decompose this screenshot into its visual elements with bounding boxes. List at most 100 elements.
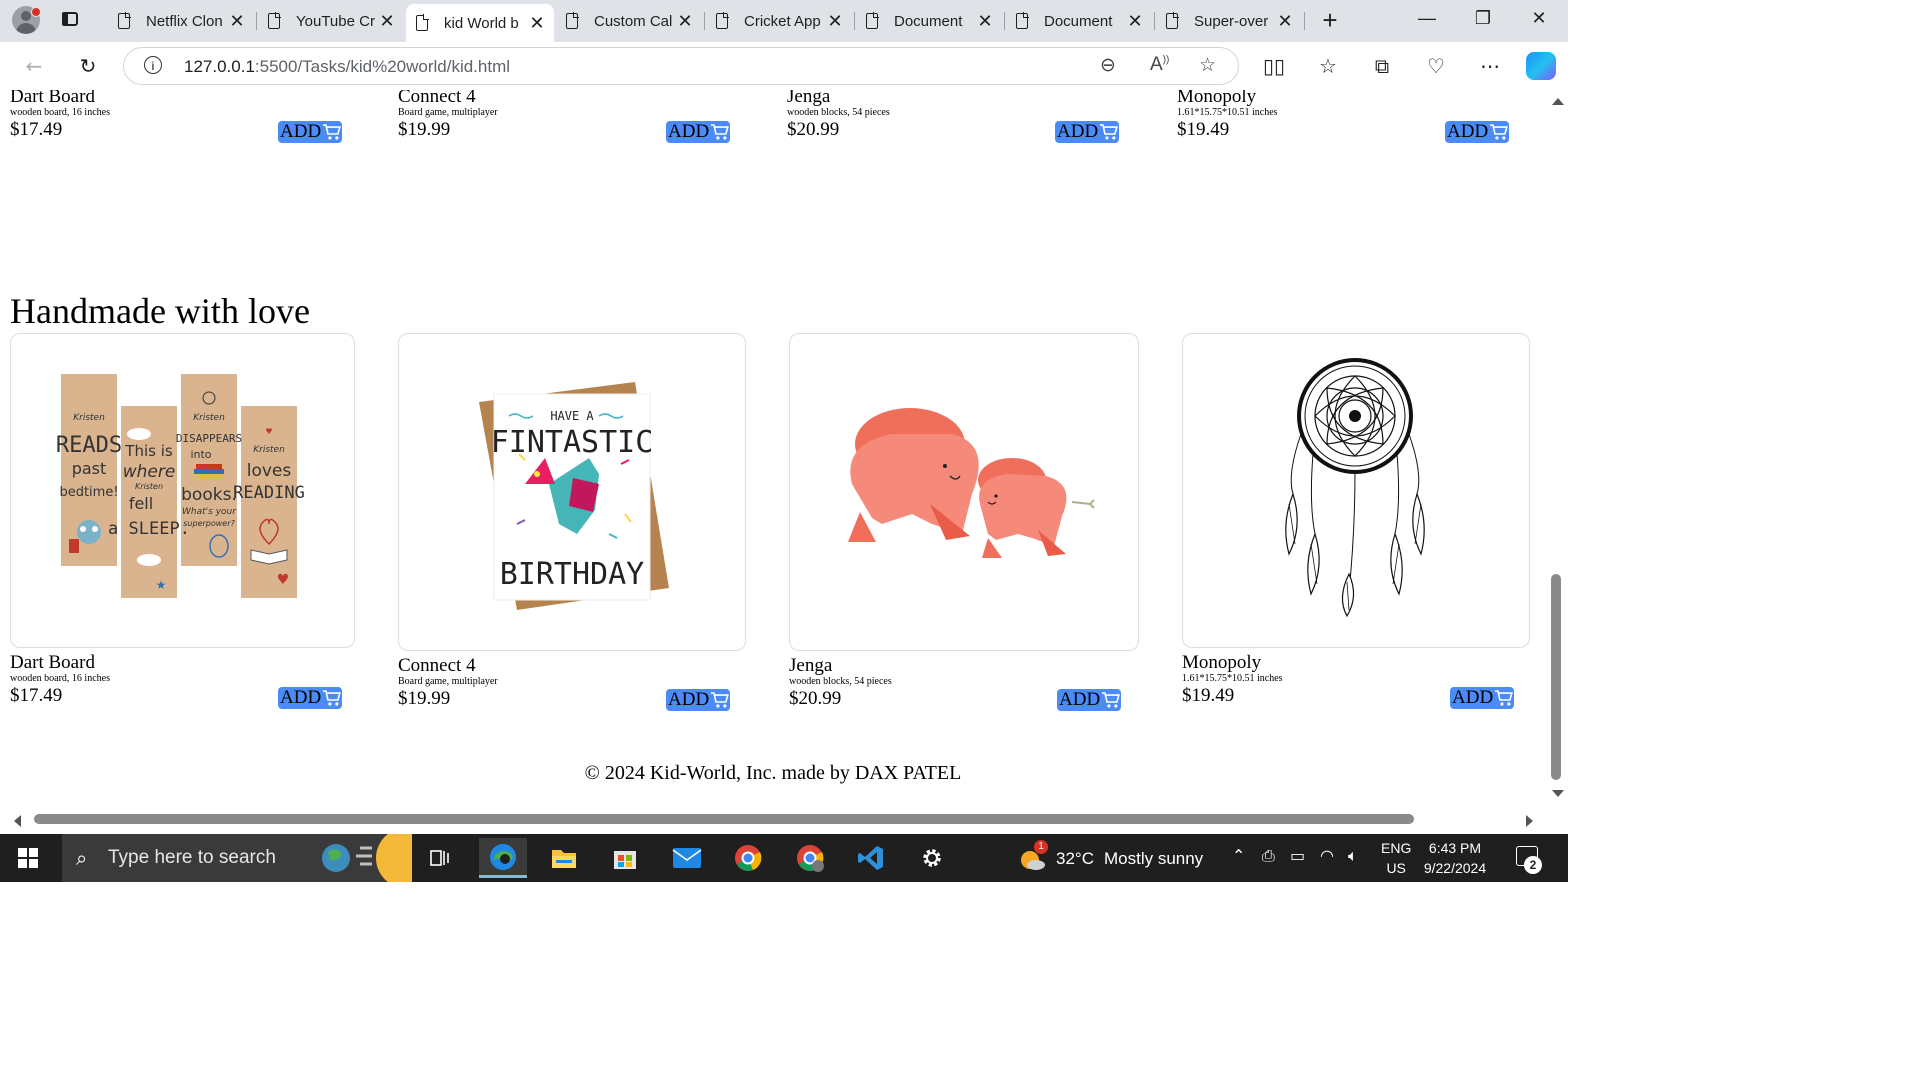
settings-gear-icon[interactable] xyxy=(908,838,956,878)
svg-text:HAVE A: HAVE A xyxy=(550,409,594,423)
svg-text:where: where xyxy=(123,462,176,482)
tab-document-1[interactable]: Document ✕ xyxy=(856,4,1002,38)
product-card-image[interactable] xyxy=(789,333,1139,651)
vscode-icon[interactable] xyxy=(847,838,895,878)
meet-now-icon[interactable]: ⎙ xyxy=(1262,846,1275,866)
svg-text:★: ★ xyxy=(156,578,167,592)
minimize-button[interactable]: — xyxy=(1412,8,1442,32)
svg-text:READING: READING xyxy=(233,483,305,503)
svg-text:Kristen: Kristen xyxy=(253,445,285,455)
favorites-icon[interactable]: ☆ xyxy=(1314,52,1342,80)
tab-super-over[interactable]: Super-over ✕ xyxy=(1156,4,1302,38)
svg-text:past: past xyxy=(72,459,107,478)
tab-kid-world[interactable]: kid World b ✕ xyxy=(406,4,554,42)
svg-text:What's your: What's your xyxy=(182,507,237,517)
scroll-left-arrow-icon[interactable] xyxy=(14,815,21,827)
document-icon xyxy=(566,12,579,29)
chrome-icon[interactable] xyxy=(724,838,772,878)
mail-icon[interactable] xyxy=(663,838,711,878)
refresh-icon[interactable]: ↻ xyxy=(74,52,102,80)
close-tab-icon[interactable]: ✕ xyxy=(1124,11,1146,32)
product-card-image[interactable]: HAVE A FINTASTIC BIRTHDAY xyxy=(398,333,746,651)
site-info-icon[interactable]: i xyxy=(144,56,162,74)
browser-tab-strip: Netflix Clon ✕ YouTube Cr ✕ kid World b … xyxy=(0,0,1568,42)
battery-icon[interactable]: ▭ xyxy=(1290,846,1305,865)
horizontal-scrollbar[interactable] xyxy=(0,810,1546,832)
windows-start-icon[interactable] xyxy=(18,848,38,868)
tab-actions-icon[interactable] xyxy=(60,10,82,30)
product-card-image[interactable]: Kristen READS past bedtime! This is wher… xyxy=(10,333,355,648)
zoom-icon[interactable]: ⊖ xyxy=(1100,54,1116,76)
address-bar[interactable]: i 127.0.0.1:5500/Tasks/kid%20world/kid.h… xyxy=(123,47,1239,85)
weather-widget[interactable]: 1 32°C Mostly sunny xyxy=(1018,840,1203,872)
add-to-cart-button[interactable]: ADD xyxy=(1057,689,1121,711)
back-icon[interactable]: ← xyxy=(20,52,48,80)
scroll-up-arrow-icon[interactable] xyxy=(1552,98,1564,105)
close-tab-icon[interactable]: ✕ xyxy=(376,11,398,32)
notification-count-badge: 2 xyxy=(1524,856,1542,874)
tab-custom-calculator[interactable]: Custom Cal ✕ xyxy=(556,4,702,38)
close-tab-icon[interactable]: ✕ xyxy=(1274,11,1296,32)
cart-icon xyxy=(1100,124,1119,140)
scroll-down-arrow-icon[interactable] xyxy=(1552,790,1564,797)
cart-icon xyxy=(323,124,342,140)
add-to-cart-button[interactable]: ADD xyxy=(1450,687,1514,709)
add-to-cart-button[interactable]: ADD xyxy=(666,121,730,143)
document-icon xyxy=(866,12,879,29)
task-view-icon[interactable] xyxy=(416,838,464,878)
tab-document-2[interactable]: Document ✕ xyxy=(1006,4,1152,38)
add-to-cart-button[interactable]: ADD xyxy=(1445,121,1509,143)
copilot-icon[interactable] xyxy=(1526,52,1556,80)
more-menu-icon[interactable]: ⋯ xyxy=(1476,52,1504,80)
svg-text:bedtime!: bedtime! xyxy=(59,485,118,500)
svg-text:♥: ♥ xyxy=(277,572,290,588)
add-to-cart-button[interactable]: ADD xyxy=(278,121,342,143)
tab-cricket-app[interactable]: Cricket App ✕ xyxy=(706,4,852,38)
microsoft-store-icon[interactable] xyxy=(601,838,649,878)
url-text[interactable]: 127.0.0.1:5500/Tasks/kid%20world/kid.htm… xyxy=(184,57,510,77)
close-tab-icon[interactable]: ✕ xyxy=(674,11,696,32)
close-tab-icon[interactable]: ✕ xyxy=(974,11,996,32)
tab-netflix-clone[interactable]: Netflix Clon ✕ xyxy=(108,4,254,38)
restore-button[interactable]: ❐ xyxy=(1468,8,1498,32)
new-tab-button[interactable]: + xyxy=(1316,6,1344,34)
browser-toolbar: ← ↻ i 127.0.0.1:5500/Tasks/kid%20world/k… xyxy=(0,42,1568,91)
taskbar-search-box[interactable]: ⌕ Type here to search xyxy=(62,834,412,882)
close-tab-icon[interactable]: ✕ xyxy=(824,11,846,32)
profile-notification-dot xyxy=(31,7,41,17)
close-tab-icon[interactable]: ✕ xyxy=(526,13,548,34)
vertical-scroll-thumb[interactable] xyxy=(1551,574,1561,780)
add-to-cart-button[interactable]: ADD xyxy=(666,689,730,711)
svg-text:superpower?: superpower? xyxy=(183,519,235,528)
cart-icon xyxy=(323,690,342,706)
document-icon xyxy=(1166,12,1179,29)
vertical-scrollbar[interactable] xyxy=(1546,90,1568,810)
collections-icon[interactable]: ⧉ xyxy=(1368,52,1396,80)
split-screen-icon[interactable]: ▯▯ xyxy=(1260,52,1288,80)
cart-icon xyxy=(711,124,730,140)
edge-taskbar-icon[interactable] xyxy=(479,838,527,878)
add-to-cart-button[interactable]: ADD xyxy=(278,687,342,709)
weather-badge: 1 xyxy=(1034,840,1048,854)
close-tab-icon[interactable]: ✕ xyxy=(226,11,248,32)
taskbar-clock[interactable]: 6:43 PM 9/22/2024 xyxy=(1420,838,1490,878)
dreamcatcher-image xyxy=(1285,358,1425,618)
document-icon xyxy=(416,14,429,31)
volume-icon[interactable]: 🔈︎ xyxy=(1348,846,1358,866)
tab-youtube-clone[interactable]: YouTube Cr ✕ xyxy=(258,4,404,38)
browser-essentials-icon[interactable]: ♡ xyxy=(1422,52,1450,80)
language-indicator[interactable]: ENG US xyxy=(1381,838,1411,878)
chrome-profile-icon[interactable] xyxy=(786,838,834,878)
horizontal-scroll-thumb[interactable] xyxy=(34,814,1414,824)
favorite-star-icon[interactable]: ☆ xyxy=(1199,54,1216,76)
search-icon: ⌕ xyxy=(76,846,88,870)
read-aloud-icon[interactable]: A)) xyxy=(1150,54,1169,76)
file-explorer-icon[interactable] xyxy=(540,838,588,878)
close-window-button[interactable]: ✕ xyxy=(1524,8,1554,32)
add-to-cart-button[interactable]: ADD xyxy=(1055,121,1119,143)
product-card-image[interactable] xyxy=(1182,333,1530,648)
wifi-icon[interactable]: ◠ xyxy=(1320,846,1334,865)
plush-toys-image xyxy=(848,408,1095,558)
show-hidden-icons-chevron-up-icon[interactable]: ⌃ xyxy=(1232,846,1245,865)
scroll-right-arrow-icon[interactable] xyxy=(1526,815,1533,827)
